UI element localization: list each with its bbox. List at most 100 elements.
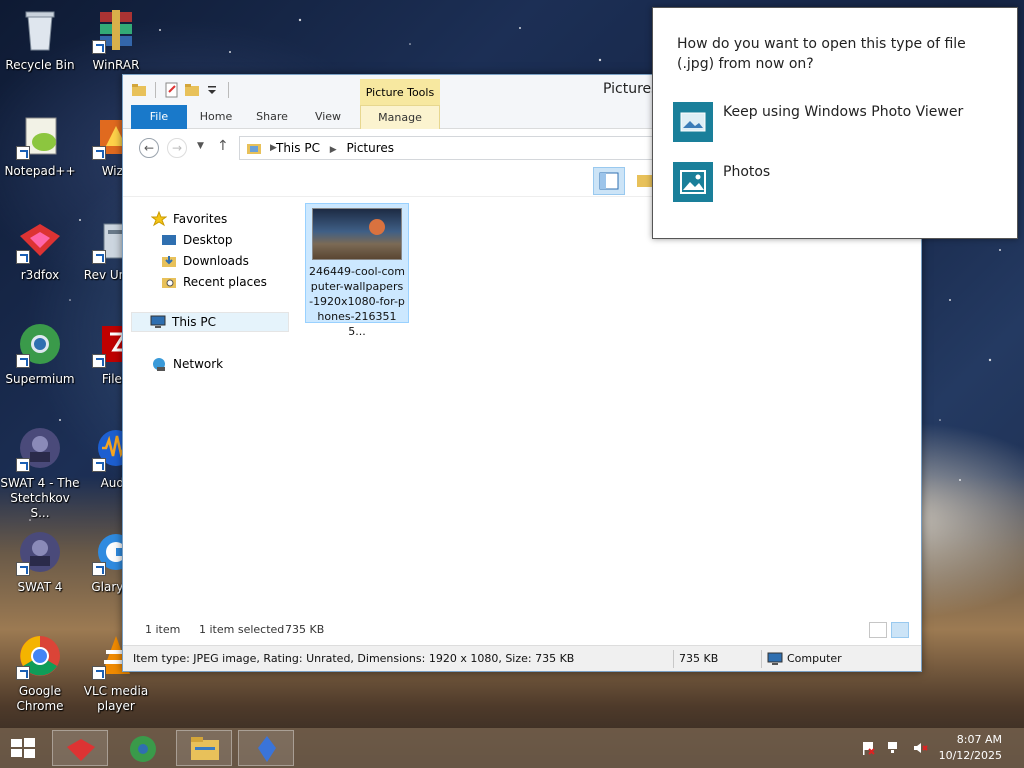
selected-count: 1 item selected bbox=[199, 623, 285, 636]
downloads-folder-icon bbox=[161, 253, 177, 269]
item-count: 1 item bbox=[145, 623, 181, 636]
option-label: Photos bbox=[723, 164, 771, 180]
network-icon bbox=[151, 356, 167, 372]
taskbar-file-explorer[interactable] bbox=[176, 730, 232, 766]
shortcut-arrow-icon bbox=[92, 562, 106, 576]
nav-recent-places[interactable]: Recent places bbox=[161, 272, 267, 292]
shortcut-arrow-icon bbox=[16, 250, 30, 264]
properties-icon[interactable] bbox=[164, 82, 180, 98]
clock-time: 8:07 AM bbox=[956, 733, 1002, 746]
customize-toolbar-icon[interactable] bbox=[204, 82, 220, 98]
start-button[interactable] bbox=[10, 737, 36, 759]
swat4-icon bbox=[16, 528, 64, 576]
desktop-icon-swat4-expansion[interactable]: SWAT 4 - The Stetchkov S... bbox=[0, 424, 80, 521]
nav-favorites[interactable]: Favorites bbox=[150, 209, 227, 229]
breadcrumb-chevron-icon: ▶ bbox=[329, 145, 337, 155]
computer-icon bbox=[150, 314, 166, 330]
quick-access-toolbar bbox=[131, 82, 233, 98]
app-icon bbox=[258, 736, 276, 762]
nav-network[interactable]: Network bbox=[151, 354, 223, 374]
computer-icon bbox=[767, 652, 783, 665]
action-center-flag-icon[interactable] bbox=[860, 740, 876, 756]
shortcut-arrow-icon bbox=[16, 146, 30, 160]
preview-pane-icon bbox=[599, 172, 619, 190]
file-explorer-icon bbox=[191, 737, 219, 760]
desktop-icon-r3dfox[interactable]: r3dfox bbox=[0, 216, 80, 283]
volume-muted-icon[interactable] bbox=[912, 740, 928, 756]
system-tray bbox=[860, 740, 928, 756]
desktop-icon-supermium[interactable]: Supermium bbox=[0, 320, 80, 387]
divider bbox=[673, 650, 674, 668]
nav-label: Desktop bbox=[183, 233, 233, 247]
open-with-flyout[interactable]: How do you want to open this type of fil… bbox=[652, 7, 1018, 239]
desktop-icon-notepad-plus-plus[interactable]: Notepad++ bbox=[0, 112, 80, 179]
up-arrow-icon[interactable]: ↑ bbox=[217, 138, 229, 154]
nav-downloads[interactable]: Downloads bbox=[161, 251, 249, 271]
details-view-icon[interactable] bbox=[869, 622, 887, 638]
nav-this-pc[interactable]: This PC bbox=[131, 312, 289, 332]
option-photos[interactable]: Photos bbox=[673, 162, 993, 202]
shortcut-arrow-icon bbox=[92, 40, 106, 54]
item-size: 735 KB bbox=[679, 652, 719, 665]
shortcut-arrow-icon bbox=[92, 146, 106, 160]
recent-places-icon bbox=[161, 274, 177, 290]
chrome-icon bbox=[16, 632, 64, 680]
desktop-icon-label: Google Chrome bbox=[16, 684, 64, 713]
desktop-icon-label: SWAT 4 - The Stetchkov S... bbox=[0, 476, 80, 520]
taskbar: 8:07 AM 10/12/2025 bbox=[0, 728, 1024, 768]
preview-pane-button[interactable] bbox=[593, 167, 625, 195]
tab-manage[interactable]: Manage bbox=[360, 105, 440, 129]
tab-file[interactable]: File bbox=[131, 105, 187, 129]
option-windows-photo-viewer[interactable]: Keep using Windows Photo Viewer bbox=[673, 102, 993, 142]
desktop-icon-recycle-bin[interactable]: Recycle Bin bbox=[0, 6, 80, 73]
new-folder-icon[interactable] bbox=[184, 82, 200, 98]
desktop-icon-label: Supermium bbox=[5, 372, 75, 386]
desktop-icon-winrar[interactable]: WinRAR bbox=[76, 6, 156, 73]
shortcut-arrow-icon bbox=[92, 354, 106, 368]
photo-viewer-icon bbox=[673, 102, 713, 142]
file-name: 246449-cool-computer-wallpapers-1920x108… bbox=[309, 265, 405, 338]
tab-home[interactable]: Home bbox=[193, 105, 239, 129]
breadcrumb-pictures[interactable]: Pictures bbox=[347, 141, 395, 155]
breadcrumb-chevron-icon: ▶ bbox=[270, 143, 277, 153]
file-item[interactable]: 246449-cool-computer-wallpapers-1920x108… bbox=[305, 203, 409, 338]
desktop-icon-label: SWAT 4 bbox=[17, 580, 63, 594]
file-list[interactable]: 246449-cool-computer-wallpapers-1920x108… bbox=[303, 201, 913, 631]
shortcut-arrow-icon bbox=[16, 354, 30, 368]
desktop-icon-google-chrome[interactable]: Google Chrome bbox=[0, 632, 80, 714]
network-status-icon[interactable] bbox=[886, 740, 902, 756]
nav-label: This PC bbox=[172, 315, 216, 329]
back-button[interactable]: ← bbox=[139, 138, 159, 158]
large-icons-view-icon[interactable] bbox=[891, 622, 909, 638]
r3dfox-icon bbox=[16, 216, 64, 264]
item-details: Item type: JPEG image, Rating: Unrated, … bbox=[133, 652, 575, 665]
shortcut-arrow-icon bbox=[16, 458, 30, 472]
recent-locations-chevron-icon[interactable]: ▼ bbox=[197, 141, 204, 151]
desktop-icon-label: Recycle Bin bbox=[5, 58, 75, 72]
pictures-folder-icon bbox=[247, 144, 261, 154]
r3dfox-icon bbox=[67, 739, 95, 761]
desktop-icon-label: r3dfox bbox=[20, 268, 60, 282]
selected-size: 735 KB bbox=[285, 623, 325, 636]
folder-app-icon bbox=[132, 84, 146, 96]
forward-button[interactable]: → bbox=[167, 138, 187, 158]
item-location: Computer bbox=[787, 652, 842, 665]
tab-view[interactable]: View bbox=[305, 105, 351, 129]
nav-desktop[interactable]: Desktop bbox=[161, 230, 233, 250]
desktop-icon-label: Notepad++ bbox=[4, 164, 76, 178]
tab-share[interactable]: Share bbox=[249, 105, 295, 129]
toolbar-separator bbox=[228, 82, 229, 98]
supermium-icon bbox=[130, 736, 156, 762]
taskbar-app[interactable] bbox=[238, 730, 294, 766]
toolbar-separator bbox=[155, 82, 156, 98]
view-switcher bbox=[869, 622, 909, 638]
navigation-pane: Favorites Desktop Downloads Recent place… bbox=[131, 201, 291, 631]
desktop-icon-swat4[interactable]: SWAT 4 bbox=[0, 528, 80, 595]
breadcrumb-this-pc[interactable]: This PC bbox=[276, 141, 320, 155]
taskbar-clock[interactable]: 8:07 AM 10/12/2025 bbox=[939, 732, 1002, 764]
option-label: Keep using Windows Photo Viewer bbox=[723, 104, 964, 120]
taskbar-supermium[interactable] bbox=[114, 730, 170, 766]
shortcut-arrow-icon bbox=[16, 666, 30, 680]
star-icon bbox=[150, 210, 168, 227]
taskbar-r3dfox[interactable] bbox=[52, 730, 108, 766]
